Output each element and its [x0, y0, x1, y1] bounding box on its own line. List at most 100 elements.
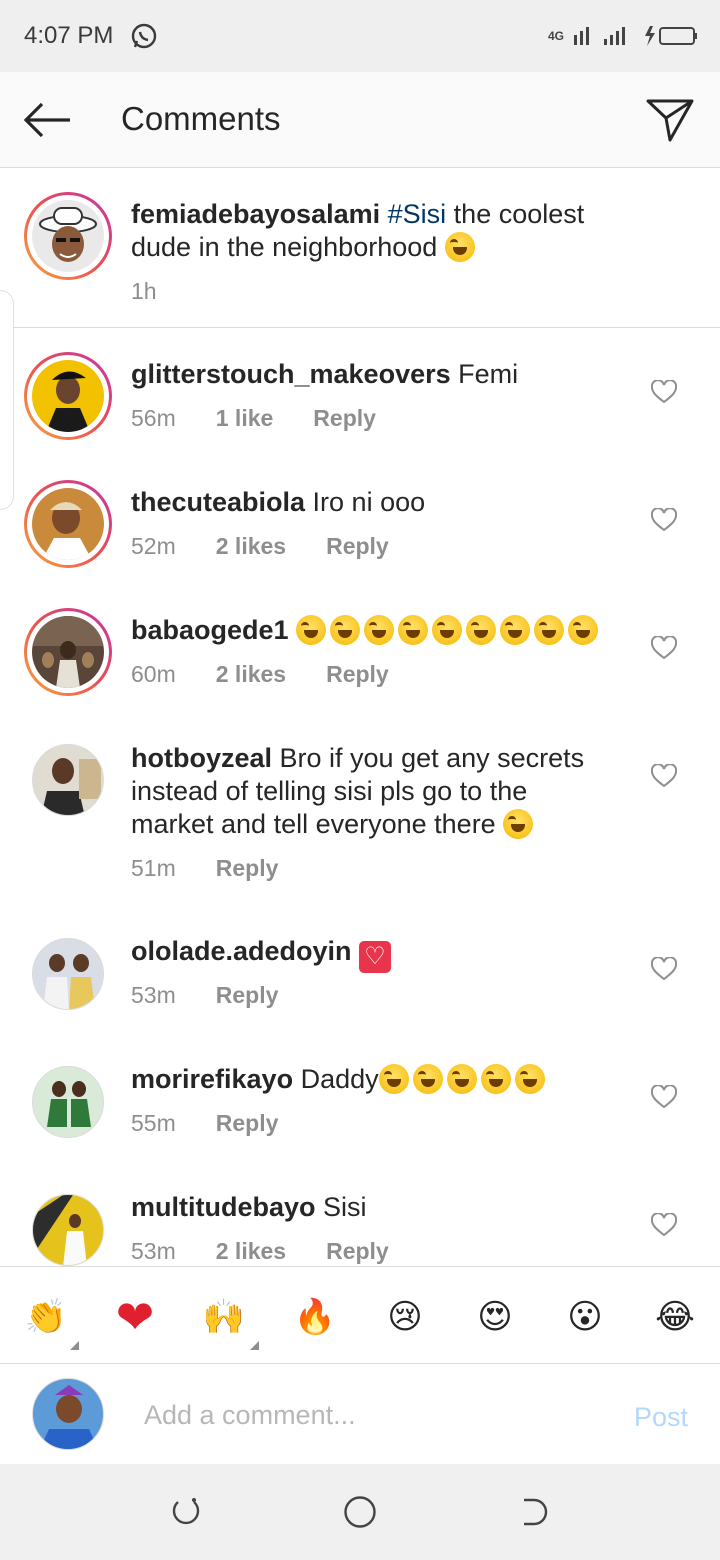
signal-icon [574, 27, 625, 45]
avatar [32, 360, 104, 432]
avatar-illustration [47, 1081, 91, 1127]
comment-text: glitterstouch_makeovers Femi [131, 358, 518, 391]
battery-charging-icon [645, 26, 697, 46]
reply-button[interactable]: Reply [326, 1238, 389, 1265]
avatar-illustration [43, 954, 95, 1009]
comment-body-line-3: market and tell everyone there [131, 809, 496, 839]
back-nav-icon[interactable] [518, 1496, 550, 1528]
heart-suit-emoji-icon: ♡ [359, 941, 392, 973]
avatar[interactable] [32, 744, 104, 816]
avatar-story-ring[interactable] [24, 480, 112, 568]
comment-time: 56m [131, 405, 176, 431]
tears-of-joy-emoji-icon [432, 615, 463, 645]
avatar-illustration [39, 1385, 99, 1449]
heart-outline-icon[interactable] [651, 1085, 677, 1109]
post-button[interactable]: Post [634, 1402, 688, 1433]
comment-username[interactable]: thecuteabiola [131, 487, 305, 517]
tears-of-joy-emoji-icon [568, 615, 599, 645]
back-arrow-icon[interactable] [20, 98, 76, 142]
status-bar: 4:07 PM 4G [0, 0, 720, 72]
comment-body-line-2: instead of telling sisi pls go to the [131, 776, 528, 806]
comment-username[interactable]: multitudebayo [131, 1192, 316, 1222]
heart-outline-icon[interactable] [651, 764, 677, 788]
caption-hashtag[interactable]: #Sisi [388, 199, 447, 229]
avatar[interactable] [32, 938, 104, 1010]
comment-likes[interactable]: 1 like [216, 405, 274, 432]
avatar [32, 616, 104, 688]
laughing-emoji-row [378, 1064, 549, 1094]
comment-composer: Add a comment... Post [0, 1364, 720, 1464]
avatar-illustration [39, 207, 97, 262]
comment-username[interactable]: hotboyzeal [131, 743, 272, 773]
quick-reaction-bar: 👏 ❤ 🙌 🔥 😢 😍 😮 😂 [0, 1266, 720, 1364]
comment-text: multitudebayo Sisi [131, 1191, 367, 1224]
edge-panel-handle[interactable] [0, 290, 14, 510]
tears-of-joy-emoji-button[interactable]: 😂 [647, 1289, 703, 1345]
comment-body-line-1: Bro if you get any secrets [272, 743, 585, 773]
winking-emoji-icon [444, 232, 475, 262]
comment-likes[interactable]: 2 likes [216, 533, 286, 560]
raising-hands-emoji-button[interactable]: 🙌 [196, 1289, 252, 1345]
current-user-avatar [32, 1378, 104, 1450]
skin-tone-indicator [250, 1341, 259, 1350]
tears-of-joy-emoji-icon [412, 1064, 443, 1094]
crying-face-emoji-button[interactable]: 😢 [377, 1289, 433, 1345]
tears-of-joy-emoji-icon [514, 1064, 545, 1094]
comment-username[interactable]: glitterstouch_makeovers [131, 359, 451, 389]
skin-tone-indicator [70, 1341, 79, 1350]
surprised-face-emoji-button[interactable]: 😮 [557, 1289, 613, 1345]
comment-username[interactable]: babaogede1 [131, 615, 289, 645]
rolling-laughing-emoji-icon [503, 809, 534, 839]
fire-emoji-button[interactable]: 🔥 [287, 1289, 343, 1345]
comment-meta: 60m 2 likes Reply [131, 661, 429, 688]
home-icon[interactable] [343, 1495, 377, 1529]
heart-outline-icon[interactable] [651, 508, 677, 532]
status-time: 4:07 PM [24, 22, 114, 49]
tears-of-joy-emoji-icon [296, 615, 327, 645]
red-heart-emoji-button[interactable]: ❤ [107, 1289, 163, 1345]
reply-button[interactable]: Reply [216, 1110, 279, 1137]
avatar-story-ring[interactable] [24, 352, 112, 440]
avatar-illustration [42, 502, 92, 560]
heart-outline-icon[interactable] [651, 957, 677, 981]
direct-send-icon[interactable] [644, 96, 696, 144]
reply-button[interactable]: Reply [216, 855, 279, 882]
tears-of-joy-emoji-icon [466, 615, 497, 645]
caption-username[interactable]: femiadebayosalami [131, 199, 380, 229]
reply-button[interactable]: Reply [326, 533, 389, 560]
comment-time: 55m [131, 1110, 176, 1136]
avatar[interactable] [32, 1194, 104, 1266]
comment-likes[interactable]: 2 likes [216, 661, 286, 688]
laughing-emoji-row [296, 615, 602, 645]
caption-text: femiadebayosalami #Sisi the coolest dude… [131, 198, 584, 264]
heart-outline-icon[interactable] [651, 1213, 677, 1237]
comment-username[interactable]: ololade.adedoyin [131, 936, 352, 966]
avatar[interactable] [32, 1066, 104, 1138]
clapping-hands-emoji-button[interactable]: 👏 [18, 1289, 74, 1345]
page-title: Comments [121, 100, 281, 137]
heart-eyes-emoji-button[interactable]: 😍 [467, 1289, 523, 1345]
tears-of-joy-emoji-icon [364, 615, 395, 645]
comment-input[interactable]: Add a comment... [144, 1400, 356, 1431]
comment-username[interactable]: morirefikayo [131, 1064, 293, 1094]
comment-meta: 52m 2 likes Reply [131, 533, 429, 560]
heart-outline-icon[interactable] [651, 636, 677, 660]
comment-likes[interactable]: 2 likes [216, 1238, 286, 1265]
reply-button[interactable]: Reply [216, 982, 279, 1009]
avatar-illustration [32, 616, 104, 688]
comment-time: 53m [131, 982, 176, 1008]
caption-time: 1h [131, 278, 157, 304]
heart-outline-icon[interactable] [651, 380, 677, 404]
reply-button[interactable]: Reply [326, 661, 389, 688]
comment-text: hotboyzeal Bro if you get any secrets in… [131, 742, 584, 841]
status-icons: 4G [548, 20, 698, 52]
comment-body: Femi [450, 359, 519, 389]
comment-text: thecuteabiola Iro ni ooo [131, 486, 425, 519]
tears-of-joy-emoji-icon [330, 615, 361, 645]
avatar-story-ring[interactable] [24, 608, 112, 696]
avatar-story-ring[interactable] [24, 192, 112, 280]
avatar-illustration [33, 1195, 87, 1265]
recent-apps-icon[interactable] [170, 1496, 202, 1528]
comment-text: babaogede1 [131, 614, 602, 647]
reply-button[interactable]: Reply [313, 405, 376, 432]
